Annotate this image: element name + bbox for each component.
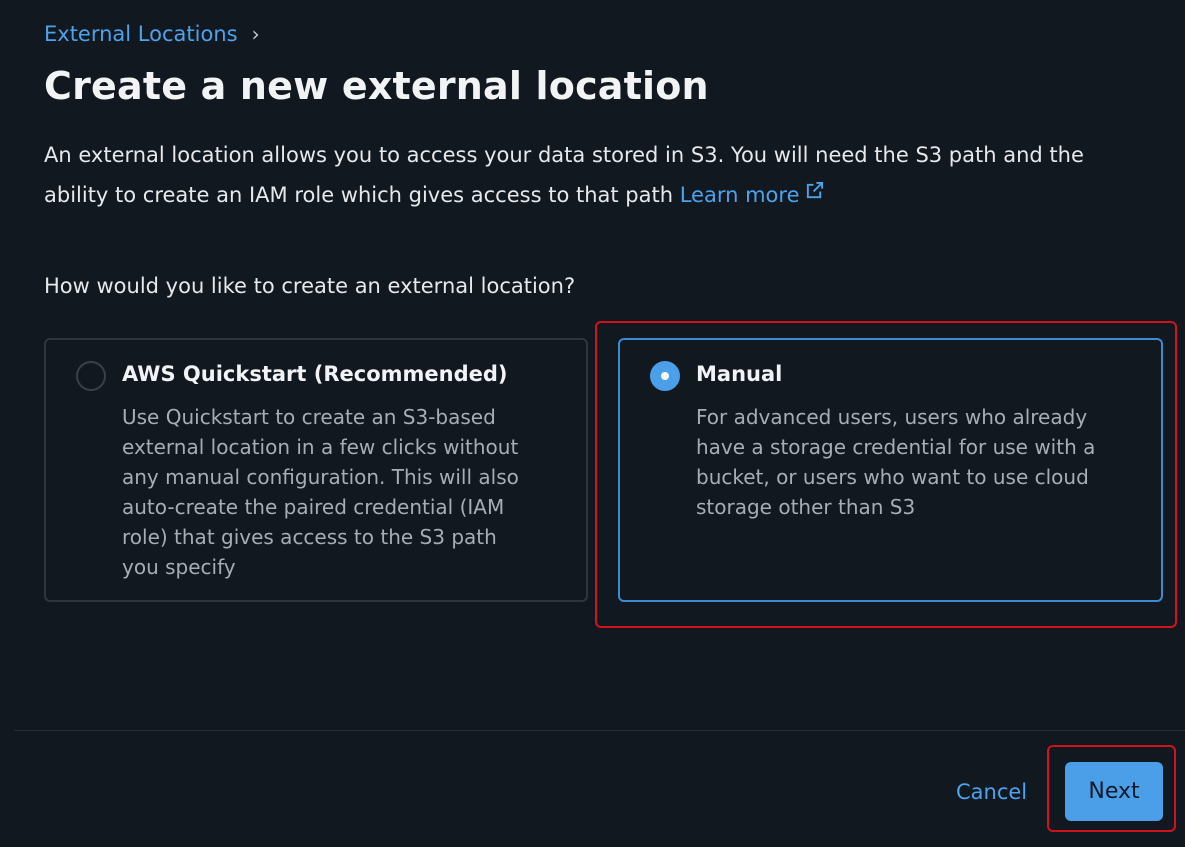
radio-aws-quickstart[interactable]: [76, 361, 106, 391]
page-title: Create a new external location: [44, 64, 709, 108]
option-card-manual[interactable]: Manual For advanced users, users who alr…: [618, 338, 1163, 602]
option-description-manual: For advanced users, users who already ha…: [696, 405, 1096, 519]
option-description-aws-quickstart: Use Quickstart to create an S3-based ext…: [122, 405, 519, 579]
creation-method-question: How would you like to create an external…: [44, 274, 576, 298]
breadcrumb-link-external-locations[interactable]: External Locations: [44, 22, 238, 46]
breadcrumb: External Locations ›: [44, 22, 260, 46]
cancel-button[interactable]: Cancel: [944, 770, 1039, 814]
option-title-aws-quickstart: AWS Quickstart (Recommended): [122, 362, 508, 386]
option-card-aws-quickstart[interactable]: AWS Quickstart (Recommended) Use Quickst…: [44, 338, 588, 602]
next-button[interactable]: Next: [1065, 762, 1163, 821]
footer-divider: [14, 730, 1185, 731]
create-external-location-page: External Locations › Create a new extern…: [0, 0, 1185, 847]
page-description: An external location allows you to acces…: [44, 136, 1144, 214]
option-title-manual: Manual: [696, 362, 783, 386]
radio-manual[interactable]: [650, 361, 680, 391]
chevron-right-icon: ›: [251, 22, 260, 46]
external-link-icon: [805, 174, 824, 212]
learn-more-link[interactable]: Learn more: [679, 181, 825, 207]
description-text: An external location allows you to acces…: [44, 143, 1084, 207]
learn-more-label: Learn more: [679, 183, 800, 207]
